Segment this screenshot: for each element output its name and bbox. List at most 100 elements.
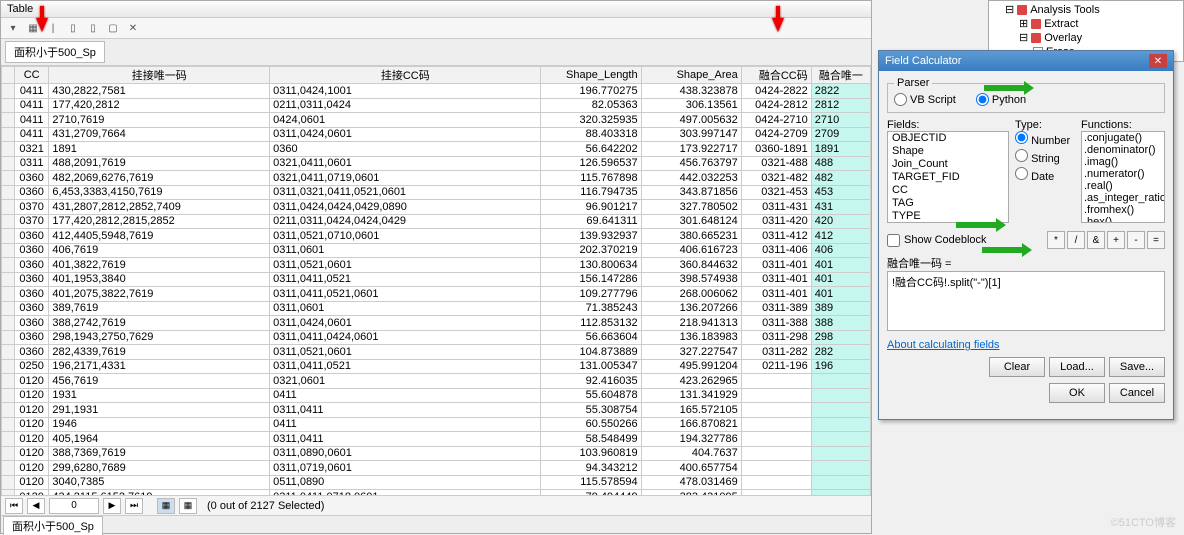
table-row[interactable]: 0120299,6280,76890311,0719,060194.343212… (2, 461, 871, 476)
top-tab[interactable]: 面积小于500_Sp (5, 41, 105, 63)
annotation-green-arrow (982, 245, 1032, 255)
list-item[interactable]: .real() (1082, 180, 1164, 192)
radio-string[interactable]: String (1015, 149, 1075, 167)
list-item[interactable]: Join_Count (888, 158, 1008, 171)
tree-overlay[interactable]: ⊟Overlay (991, 31, 1181, 45)
col-rhcc[interactable]: 融合CC码 (741, 67, 811, 84)
table-row[interactable]: 0411430,2822,75810311,0424,1001196.77027… (2, 84, 871, 99)
radio-vbscript[interactable]: VB Script (894, 93, 956, 106)
grid[interactable]: CC 挂接唯一码 挂接CC码 Shape_Length Shape_Area 融… (1, 66, 871, 504)
bottom-tab[interactable]: 面积小于500_Sp (3, 516, 103, 535)
close-icon[interactable]: ✕ (1149, 54, 1167, 68)
table-row[interactable]: 0411431,2709,76640311,0424,060188.403318… (2, 127, 871, 142)
toolbar-delete-icon[interactable]: ✕ (125, 20, 141, 36)
table-row[interactable]: 0360282,4339,76190311,0521,0601104.87388… (2, 345, 871, 360)
table-row[interactable]: 0120291,19310311,041155.308754165.572105 (2, 403, 871, 418)
col-shape-area[interactable]: Shape_Area (641, 67, 741, 84)
table-row[interactable]: 0360388,2742,76190311,0424,0601112.85313… (2, 316, 871, 331)
list-item[interactable]: .conjugate() (1082, 132, 1164, 144)
table-row[interactable]: 0370431,2807,2812,2852,74090311,0424,042… (2, 200, 871, 215)
nav-position-input[interactable] (49, 498, 99, 514)
table-row[interactable]: 0120388,7369,76190311,0890,0601103.96081… (2, 446, 871, 461)
table-row[interactable]: 0311488,2091,76190321,0411,0601126.59653… (2, 156, 871, 171)
fields-label: Fields: (887, 119, 1009, 131)
load-button[interactable]: Load... (1049, 357, 1105, 377)
header-row: CC 挂接唯一码 挂接CC码 Shape_Length Shape_Area 融… (2, 67, 871, 84)
show-codeblock-label: Show Codeblock (904, 234, 987, 246)
table-row[interactable]: 04112710,76190424,0601320.325935497.0056… (2, 113, 871, 128)
col-shape-length[interactable]: Shape_Length (541, 67, 641, 84)
statusbar: ⏮ ◀ ▶ ⏭ ▦ ▦ (0 out of 2127 Selected) (1, 495, 871, 515)
tree-extract[interactable]: ⊞Extract (991, 17, 1181, 31)
expression-label: 融合唯一码 = (887, 255, 1165, 271)
table-row[interactable]: 01201931041155.604878131.341929 (2, 388, 871, 403)
table-row[interactable]: 01201946041160.550266166.870821 (2, 417, 871, 432)
nav-next-icon[interactable]: ▶ (103, 498, 121, 514)
list-item[interactable]: .as_integer_ratio() (1082, 192, 1164, 204)
table-row[interactable]: 03211891036056.642202173.9227170360-1891… (2, 142, 871, 157)
table-row[interactable]: 0360406,76190311,0601202.370219406.61672… (2, 243, 871, 258)
table-row[interactable]: 0120456,76190321,060192.416035423.262965 (2, 374, 871, 389)
list-item[interactable]: .numerator() (1082, 168, 1164, 180)
radio-number[interactable]: Number (1015, 131, 1075, 149)
nav-last-icon[interactable]: ⏭ (125, 498, 143, 514)
list-item[interactable]: .imag() (1082, 156, 1164, 168)
list-item[interactable]: .fromhex() (1082, 204, 1164, 216)
list-item[interactable]: .denominator() (1082, 144, 1164, 156)
show-codeblock-checkbox[interactable] (887, 234, 900, 247)
nav-prev-icon[interactable]: ◀ (27, 498, 45, 514)
show-selected-icon[interactable]: ▦ (179, 498, 197, 514)
toolbar-select-icon[interactable]: ▯ (65, 20, 81, 36)
save-button[interactable]: Save... (1109, 357, 1165, 377)
op-button[interactable]: & (1087, 231, 1105, 249)
list-item[interactable]: CC (888, 184, 1008, 197)
functions-listbox[interactable]: .conjugate().denominator().imag().numera… (1081, 131, 1165, 223)
table-row[interactable]: 03606,453,3383,4150,76190311,0321,0411,0… (2, 185, 871, 200)
list-item[interactable]: TAG (888, 197, 1008, 210)
radio-date[interactable]: Date (1015, 167, 1075, 185)
op-button[interactable]: + (1107, 231, 1125, 249)
list-item[interactable]: Shape (888, 145, 1008, 158)
table-row[interactable]: 0411177,420,28120211,0311,042482.0536330… (2, 98, 871, 113)
table-row[interactable]: 0360298,1943,2750,76290311,0411,0424,060… (2, 330, 871, 345)
field-calculator-dialog: Field Calculator ✕ Parser VB Script Pyth… (878, 50, 1174, 420)
table-row[interactable]: 0360482,2069,6276,76190321,0411,0719,060… (2, 171, 871, 186)
op-button[interactable]: - (1127, 231, 1145, 249)
table-row[interactable]: 0360401,2075,3822,76190311,0411,0521,060… (2, 287, 871, 302)
table-row[interactable]: 0360389,76190311,060171.385243136.207266… (2, 301, 871, 316)
dialog-titlebar[interactable]: Field Calculator ✕ (879, 51, 1173, 71)
table-row[interactable]: 0250196,2171,43310311,0411,0521131.00534… (2, 359, 871, 374)
table-row[interactable]: 0360412,4405,5948,76190311,0521,0710,060… (2, 229, 871, 244)
op-button[interactable]: = (1147, 231, 1165, 249)
col-cc[interactable]: CC (14, 67, 48, 84)
ok-button[interactable]: OK (1049, 383, 1105, 403)
toolbar-menu-icon[interactable]: ▾ (5, 20, 21, 36)
col-gjcc[interactable]: 挂接CC码 (270, 67, 541, 84)
table-row[interactable]: 0360401,3822,76190311,0521,0601130.80063… (2, 258, 871, 273)
dialog-title: Field Calculator (885, 55, 961, 67)
table-row[interactable]: 0120405,19640311,041158.548499194.327786 (2, 432, 871, 447)
expression-textarea[interactable]: !融合CC码!.split("-")[1] (887, 271, 1165, 331)
op-button[interactable]: * (1047, 231, 1065, 249)
radio-python[interactable]: Python (976, 93, 1026, 106)
fields-listbox[interactable]: OBJECTIDShapeJoin_CountTARGET_FIDCCTAGTY… (887, 131, 1009, 223)
show-all-icon[interactable]: ▦ (157, 498, 175, 514)
op-button[interactable]: / (1067, 231, 1085, 249)
cancel-button[interactable]: Cancel (1109, 383, 1165, 403)
table-row[interactable]: 0370177,420,2812,2815,28520211,0311,0424… (2, 214, 871, 229)
toolbar-switch-icon[interactable]: ▯ (85, 20, 101, 36)
type-label: Type: (1015, 119, 1075, 131)
list-item[interactable]: TARGET_FID (888, 171, 1008, 184)
table-row[interactable]: 0360401,1953,38400311,0411,0521156.14728… (2, 272, 871, 287)
clear-button[interactable]: Clear (989, 357, 1045, 377)
toolbar-export-icon[interactable]: ▢ (105, 20, 121, 36)
help-link[interactable]: About calculating fields (887, 339, 1000, 351)
nav-first-icon[interactable]: ⏮ (5, 498, 23, 514)
parser-legend: Parser (894, 77, 932, 89)
list-item[interactable]: OBJECTID (888, 132, 1008, 145)
col-rhwy[interactable]: 融合唯一 (811, 67, 870, 84)
col-gj[interactable]: 挂接唯一码 (49, 67, 270, 84)
list-item[interactable]: .hex() (1082, 216, 1164, 223)
tree-analysis-tools[interactable]: ⊟Analysis Tools (991, 3, 1181, 17)
table-row[interactable]: 01203040,73850511,0890115.578594478.0314… (2, 475, 871, 490)
